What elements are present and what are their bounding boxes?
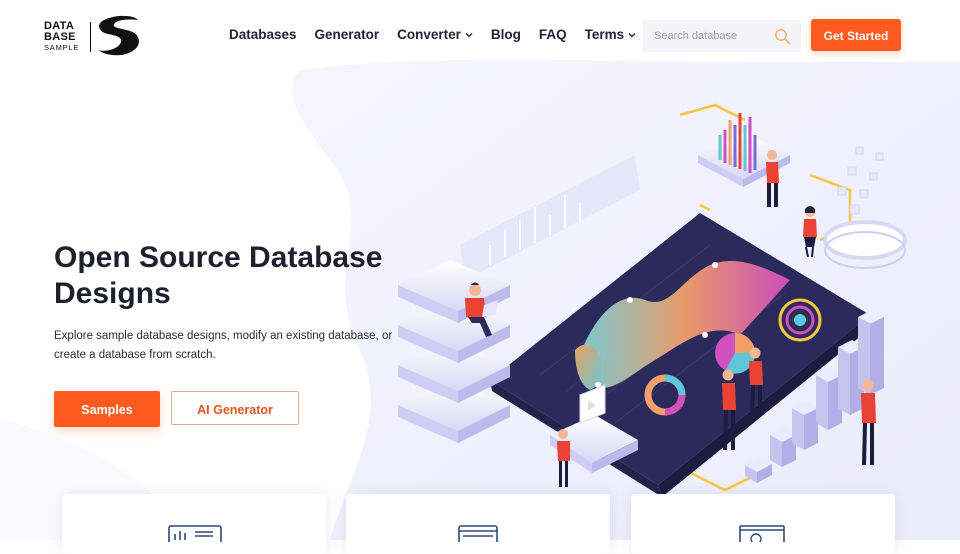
hero-title: Open Source Database Designs	[54, 241, 383, 310]
nav-item-blog[interactable]: Blog	[491, 27, 521, 42]
nav-item-databases[interactable]: Databases	[229, 27, 297, 42]
server-stack	[398, 260, 510, 443]
feature-card-1[interactable]	[62, 494, 326, 554]
logo-line-sample: SAMPLE	[44, 43, 80, 52]
logo-swoosh-icon	[98, 15, 139, 56]
feature-card-3[interactable]	[631, 494, 895, 554]
get-started-button[interactable]: Get Started	[811, 19, 901, 51]
nav-label: FAQ	[538, 27, 567, 42]
feature-card-2[interactable]	[346, 494, 610, 554]
site-header: DATA BASE SAMPLE Databases Generator Con…	[0, 0, 960, 70]
glass-chart-panel	[460, 155, 640, 280]
logo-wordmark: DATA BASE SAMPLE	[44, 21, 88, 53]
dashboard-icon	[168, 525, 222, 542]
nav-label: Blog	[490, 27, 521, 42]
nav-label: Converter	[397, 27, 461, 42]
presentation-board-icon	[739, 525, 785, 542]
logo-line-base: BASE	[44, 31, 76, 43]
hero-illustration	[398, 103, 907, 495]
nav-item-generator[interactable]: Generator	[315, 27, 380, 42]
nav-label: Databases	[229, 27, 297, 42]
search-box	[643, 20, 801, 52]
person-standing	[803, 206, 817, 258]
search-icon[interactable]	[774, 28, 791, 45]
bar-chart-platform	[698, 113, 790, 207]
logo-divider	[90, 22, 91, 52]
samples-button[interactable]: Samples	[54, 391, 160, 427]
nav-item-terms[interactable]: Terms	[585, 27, 637, 42]
chevron-down-icon	[628, 32, 636, 37]
nav-item-converter[interactable]: Converter	[397, 27, 473, 42]
data-cube-fountain	[823, 146, 907, 269]
nav-label: Generator	[314, 27, 380, 42]
hero-description: Explore sample database designs, modify …	[54, 330, 393, 361]
nav-item-faq[interactable]: FAQ	[539, 27, 567, 42]
chevron-down-icon	[465, 32, 473, 37]
search-input[interactable]	[643, 20, 774, 52]
ai-generator-button[interactable]: AI Generator	[171, 391, 299, 425]
site-logo[interactable]: DATA BASE SAMPLE	[44, 14, 144, 58]
stacked-window-icon	[458, 525, 498, 542]
nav-label: Terms	[584, 27, 625, 42]
dashboard-slab	[490, 213, 872, 495]
main-nav: Databases Generator Converter Blog FAQ T…	[229, 27, 654, 42]
